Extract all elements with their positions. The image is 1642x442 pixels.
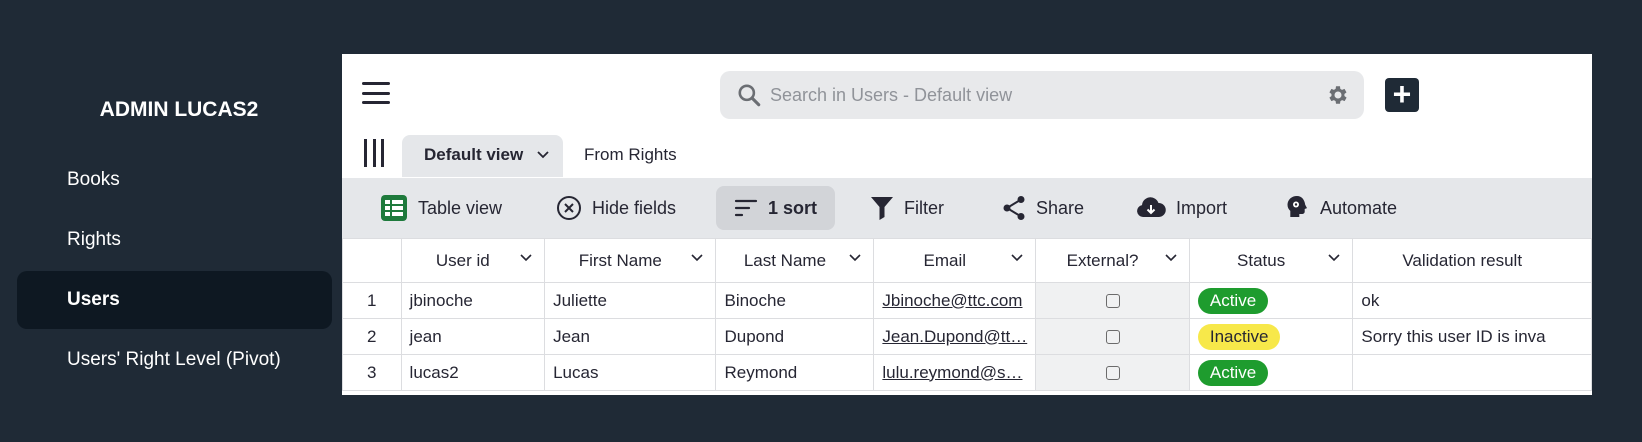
main-panel: + Default view From Rights Table view Hi… xyxy=(342,54,1592,395)
sidebar: ADMIN LUCAS2 Books Rights Users Users' R… xyxy=(0,0,340,442)
share-button[interactable]: Share xyxy=(1002,186,1084,230)
sidebar-item-users-right-level[interactable]: Users' Right Level (Pivot) xyxy=(17,331,332,389)
sidebar-item-users[interactable]: Users xyxy=(17,271,332,329)
filter-icon xyxy=(871,197,893,220)
row-number: 3 xyxy=(342,354,402,391)
chevron-down-icon[interactable] xyxy=(1328,254,1340,262)
search-input[interactable] xyxy=(770,71,1290,119)
cell-validation-result[interactable]: ok xyxy=(1352,282,1592,319)
import-button[interactable]: Import xyxy=(1136,186,1227,230)
share-icon xyxy=(1003,196,1025,220)
table-view-button[interactable]: Table view xyxy=(380,186,502,230)
toggle-views-icon[interactable] xyxy=(364,139,384,167)
column-header-last-name[interactable]: Last Name xyxy=(715,238,875,283)
cell-validation-result[interactable] xyxy=(1352,354,1592,391)
external-checkbox[interactable] xyxy=(1105,366,1120,381)
cell-email-link[interactable]: Jean.Dupond@tt… xyxy=(873,318,1037,355)
cell-user-id[interactable]: lucas2 xyxy=(400,354,546,391)
sidebar-item-rights[interactable]: Rights xyxy=(17,211,332,269)
cell-validation-result[interactable]: Sorry this user ID is inva xyxy=(1352,318,1592,355)
cell-user-id[interactable]: jbinoche xyxy=(400,282,546,319)
column-header-validation-result[interactable]: Validation result xyxy=(1352,238,1592,283)
cell-first-name[interactable]: Jean xyxy=(544,318,717,355)
tab-from-rights[interactable]: From Rights xyxy=(562,135,699,177)
cell-last-name[interactable]: Reymond xyxy=(715,354,875,391)
hide-fields-icon xyxy=(557,196,581,220)
sidebar-item-books[interactable]: Books xyxy=(17,151,332,209)
column-header-email[interactable]: Email xyxy=(873,238,1037,283)
cell-email-link[interactable]: lulu.reymond@s… xyxy=(873,354,1037,391)
search-bar xyxy=(720,71,1364,119)
cell-external xyxy=(1035,318,1190,355)
status-badge: Active xyxy=(1197,359,1269,386)
cell-first-name[interactable]: Juliette xyxy=(544,282,717,319)
hide-fields-button[interactable]: Hide fields xyxy=(556,186,676,230)
search-icon xyxy=(738,84,761,107)
table-row[interactable]: 2 jean Jean Dupond Jean.Dupond@tt… Inact… xyxy=(342,318,1592,355)
status-badge: Inactive xyxy=(1197,323,1281,350)
chevron-down-icon[interactable] xyxy=(691,254,704,262)
cell-status[interactable]: Active xyxy=(1188,282,1354,319)
cell-external xyxy=(1035,282,1190,319)
toolbar: Table view Hide fields 1 sort Filter Sha… xyxy=(342,178,1592,239)
cell-first-name[interactable]: Lucas xyxy=(544,354,717,391)
table-header-row: User id First Name Last Name Email Exter… xyxy=(342,238,1592,283)
row-number-header xyxy=(342,238,402,283)
status-badge: Active xyxy=(1197,287,1269,314)
chevron-down-icon[interactable] xyxy=(849,254,861,262)
sort-button[interactable]: 1 sort xyxy=(716,186,836,230)
cell-user-id[interactable]: jean xyxy=(400,318,546,355)
cloud-download-icon xyxy=(1137,197,1166,217)
cell-email-link[interactable]: Jbinoche@ttc.com xyxy=(873,282,1037,319)
column-header-first-name[interactable]: First Name xyxy=(544,238,717,283)
external-checkbox[interactable] xyxy=(1105,330,1120,345)
settings-gear-icon[interactable] xyxy=(1326,83,1350,107)
column-header-user-id[interactable]: User id xyxy=(400,238,546,283)
automate-robot-icon xyxy=(1287,196,1307,217)
row-number: 1 xyxy=(342,282,402,319)
chevron-down-icon xyxy=(537,151,549,159)
cell-external xyxy=(1035,354,1190,391)
automate-button[interactable]: Automate xyxy=(1284,186,1397,230)
tab-default-view[interactable]: Default view xyxy=(402,135,564,177)
tab-label: Default view xyxy=(424,145,524,164)
chevron-down-icon[interactable] xyxy=(1011,254,1023,262)
filter-button[interactable]: Filter xyxy=(870,186,944,230)
external-checkbox[interactable] xyxy=(1105,294,1120,309)
users-table: User id First Name Last Name Email Exter… xyxy=(342,238,1592,391)
add-button[interactable]: + xyxy=(1385,78,1419,112)
sort-icon xyxy=(734,199,758,217)
cell-last-name[interactable]: Binoche xyxy=(715,282,875,319)
column-header-external[interactable]: External? xyxy=(1035,238,1190,283)
table-row[interactable]: 1 jbinoche Juliette Binoche Jbinoche@ttc… xyxy=(342,282,1592,319)
chevron-down-icon[interactable] xyxy=(520,254,532,262)
row-number: 2 xyxy=(342,318,402,355)
table-view-icon xyxy=(381,195,407,221)
chevron-down-icon[interactable] xyxy=(1165,254,1177,262)
app-title: ADMIN LUCAS2 xyxy=(99,98,259,121)
cell-status[interactable]: Active xyxy=(1188,354,1354,391)
cell-status[interactable]: Inactive xyxy=(1188,318,1354,355)
column-header-status[interactable]: Status xyxy=(1188,238,1354,283)
hamburger-menu-icon[interactable] xyxy=(362,82,390,104)
cell-last-name[interactable]: Dupond xyxy=(715,318,875,355)
table-row[interactable]: 3 lucas2 Lucas Reymond lulu.reymond@s… A… xyxy=(342,354,1592,391)
